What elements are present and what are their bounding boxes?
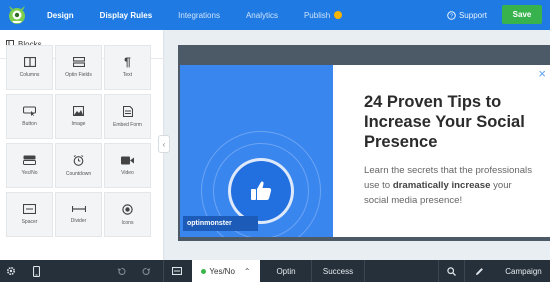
- block-label: Columns: [19, 72, 40, 78]
- popup-headline[interactable]: 24 Proven Tips to Increase Your Social P…: [364, 92, 540, 152]
- search-button[interactable]: [444, 260, 458, 282]
- yes-no-icon: [23, 155, 36, 165]
- svg-text:?: ?: [450, 13, 453, 19]
- block-text[interactable]: ¶ Text: [104, 45, 151, 90]
- block-spacer[interactable]: Spacer: [6, 192, 53, 237]
- block-label: Image: [71, 121, 86, 127]
- popup-image-panel: optinmonster: [180, 65, 333, 237]
- edit-button[interactable]: [472, 260, 486, 282]
- active-view-dot: [201, 268, 207, 274]
- block-yes-no[interactable]: Yes/No: [6, 143, 53, 188]
- toolbar-divider: [163, 260, 164, 282]
- block-icons[interactable]: Icons: [104, 192, 151, 237]
- mobile-icon: [32, 265, 40, 277]
- block-label: Video: [121, 169, 134, 176]
- text-icon: ¶: [124, 55, 131, 69]
- block-label: Spacer: [21, 219, 38, 225]
- campaign-popup-preview[interactable]: optinmonster × 24 Proven Tips to Increas…: [180, 65, 550, 237]
- block-video[interactable]: Video: [104, 143, 151, 188]
- search-icon: [446, 266, 456, 276]
- toolbar-divider: [464, 260, 465, 282]
- button-icon: [23, 106, 36, 116]
- publish-status-dot: [334, 11, 343, 19]
- spacer-icon: [23, 204, 36, 214]
- tab-design[interactable]: Design: [34, 0, 87, 30]
- block-divider[interactable]: Divider: [55, 192, 102, 237]
- block-columns[interactable]: Columns: [6, 45, 53, 90]
- block-optin-fields[interactable]: Optin Fields: [55, 45, 102, 90]
- main-tabs: Design Display Rules Integrations Analyt…: [34, 0, 355, 30]
- block-countdown[interactable]: Countdown: [55, 143, 102, 188]
- redo-icon: [142, 267, 150, 275]
- layout-icon: [172, 267, 182, 275]
- divider-icon: [71, 206, 86, 212]
- support-label: Support: [458, 10, 487, 20]
- support-link[interactable]: ? Support: [447, 0, 487, 30]
- campaign-button[interactable]: Campaign: [497, 260, 550, 282]
- embed-form-icon: [122, 105, 133, 117]
- tab-display-rules[interactable]: Display Rules: [87, 0, 165, 30]
- block-label: Icons: [121, 219, 134, 226]
- block-label: Embed Form: [113, 121, 142, 128]
- thumbs-up-icon: [251, 181, 272, 200]
- sidebar-collapse-handle[interactable]: ‹: [158, 135, 170, 153]
- block-label: Button: [22, 121, 37, 127]
- optin-fields-icon: [72, 57, 85, 67]
- undo-button[interactable]: [115, 260, 127, 282]
- tab-publish[interactable]: Publish: [291, 0, 355, 30]
- columns-icon: [23, 57, 36, 67]
- optinmonster-logo-icon[interactable]: [0, 0, 34, 30]
- block-embed-form[interactable]: Embed Form: [104, 94, 151, 139]
- view-tab-yes-no-label: Yes/No: [209, 266, 235, 276]
- undo-icon: [117, 267, 125, 275]
- blocks-grid: Columns Optin Fields ¶ Text Button Image…: [6, 45, 151, 237]
- help-circle-icon: ?: [447, 10, 456, 20]
- layout-toggle-button[interactable]: [170, 260, 184, 282]
- block-label: Countdown: [65, 170, 92, 177]
- countdown-icon: [73, 154, 84, 166]
- pencil-icon: [475, 267, 483, 275]
- icons-icon: [122, 203, 133, 215]
- mobile-preview-button[interactable]: [30, 260, 42, 282]
- toolbar-divider: [438, 260, 439, 282]
- view-tab-optin[interactable]: Optin: [261, 260, 311, 282]
- toolbar-divider: [364, 260, 365, 282]
- tab-analytics[interactable]: Analytics: [233, 0, 291, 30]
- image-icon: [73, 106, 84, 116]
- settings-button[interactable]: [4, 260, 18, 282]
- block-label: Optin Fields: [65, 72, 92, 78]
- tab-publish-label: Publish: [303, 10, 331, 20]
- chevron-left-icon: ‹: [162, 139, 166, 149]
- app-window: Design Display Rules Integrations Analyt…: [0, 0, 550, 282]
- redo-button[interactable]: [140, 260, 152, 282]
- popup-body-text[interactable]: Learn the secrets that the professionals…: [364, 163, 534, 208]
- tab-integrations[interactable]: Integrations: [165, 0, 233, 30]
- body-text-bold: dramatically increase: [392, 180, 491, 191]
- video-icon: [121, 156, 134, 164]
- close-icon[interactable]: ×: [538, 67, 546, 80]
- view-tab-success[interactable]: Success: [312, 260, 364, 282]
- block-label: Text: [122, 72, 133, 78]
- block-label: Yes/No: [21, 170, 38, 176]
- optinmonster-brand-badge: optinmonster: [183, 216, 258, 231]
- save-button[interactable]: Save: [502, 5, 542, 24]
- block-label: Divider: [70, 218, 87, 224]
- top-navigation-bar: Design Display Rules Integrations Analyt…: [0, 0, 550, 30]
- block-button[interactable]: Button: [6, 94, 53, 139]
- view-tab-yes-no[interactable]: Yes/No ⌃: [192, 260, 260, 282]
- block-image[interactable]: Image: [55, 94, 102, 139]
- bottom-toolbar: Yes/No ⌃ Optin Success Campaign: [0, 260, 550, 282]
- chevron-up-icon: ⌃: [243, 266, 251, 276]
- gear-icon: [6, 266, 16, 276]
- thumbs-up-circle: [228, 158, 294, 224]
